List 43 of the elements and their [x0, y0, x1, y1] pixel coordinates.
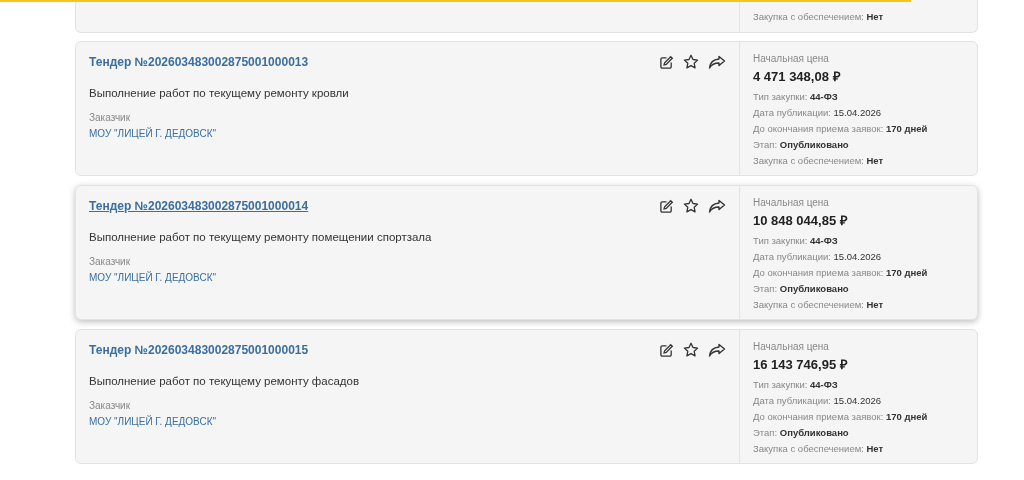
fact-line: Тип закупки: 44-ФЗ [753, 90, 839, 104]
fact-line: Тип закупки: 44-ФЗ [753, 234, 839, 248]
share-icon[interactable] [708, 342, 726, 358]
price-value: 16 143 746,95 ₽ [753, 356, 849, 373]
tender-description: Выполнение работ по текущему ремонту фасадов [89, 375, 361, 387]
fact-line: Этап: Опубликовано [753, 138, 850, 152]
fact-line: До окончания приема заявок: 170 дней [753, 266, 929, 280]
fact-line: Закупка с обеспечением: Нет [753, 298, 885, 312]
customer-link[interactable]: МОУ "ЛИЦЕЙ Г. ДЕДОВСК" [89, 272, 217, 283]
fact-line: До окончания приема заявок: 170 дней [753, 410, 929, 424]
price-value: 10 848 044,85 ₽ [753, 212, 849, 229]
customer-link[interactable]: МОУ "ЛИЦЕЙ Г. ДЕДОВСК" [89, 416, 217, 427]
price-label: Начальная цена [753, 53, 830, 64]
customer-label: Заказчик [89, 112, 132, 123]
customer-link[interactable]: МОУ "ЛИЦЕЙ Г. ДЕДОВСК" [89, 128, 217, 139]
tender-link[interactable]: Тендер №202603483002875001000015 [89, 343, 309, 357]
fact-line: Дата публикации: 15.04.2026 [753, 394, 883, 408]
star-icon[interactable] [683, 54, 699, 70]
edit-icon[interactable] [659, 54, 674, 70]
star-icon[interactable] [683, 342, 699, 358]
fact-line: Закупка с обеспечением: Нет [753, 154, 885, 168]
fact-line: Тип закупки: 44-ФЗ [753, 378, 839, 392]
fact-line: Закупка с обеспечением: Нет [753, 10, 885, 24]
share-icon[interactable] [708, 198, 726, 214]
price-label: Начальная цена [753, 341, 830, 352]
price-label: Начальная цена [753, 197, 830, 208]
fact-line: Дата публикации: 15.04.2026 [753, 250, 883, 264]
fact-line: Этап: Опубликовано [753, 426, 850, 440]
fact-line: Этап: Опубликовано [753, 282, 850, 296]
tender-description: Выполнение работ по текущему ремонту кровли [89, 87, 350, 99]
tender-link[interactable]: Тендер №202603483002875001000013 [89, 55, 309, 69]
edit-icon[interactable] [659, 342, 674, 358]
fact-line: Закупка с обеспечением: Нет [753, 442, 885, 456]
fact-line: Дата публикации: 15.04.2026 [753, 106, 883, 120]
customer-label: Заказчик [89, 256, 132, 267]
share-icon[interactable] [708, 54, 726, 70]
price-value: 4 471 348,08 ₽ [753, 68, 842, 85]
edit-icon[interactable] [659, 198, 674, 214]
tender-description: Выполнение работ по текущему ремонту помещении спортзала [89, 231, 433, 243]
customer-label: Заказчик [89, 400, 132, 411]
tender-link[interactable]: Тендер №202603483002875001000014 [89, 199, 309, 213]
fact-line: До окончания приема заявок: 170 дней [753, 122, 929, 136]
star-icon[interactable] [683, 198, 699, 214]
